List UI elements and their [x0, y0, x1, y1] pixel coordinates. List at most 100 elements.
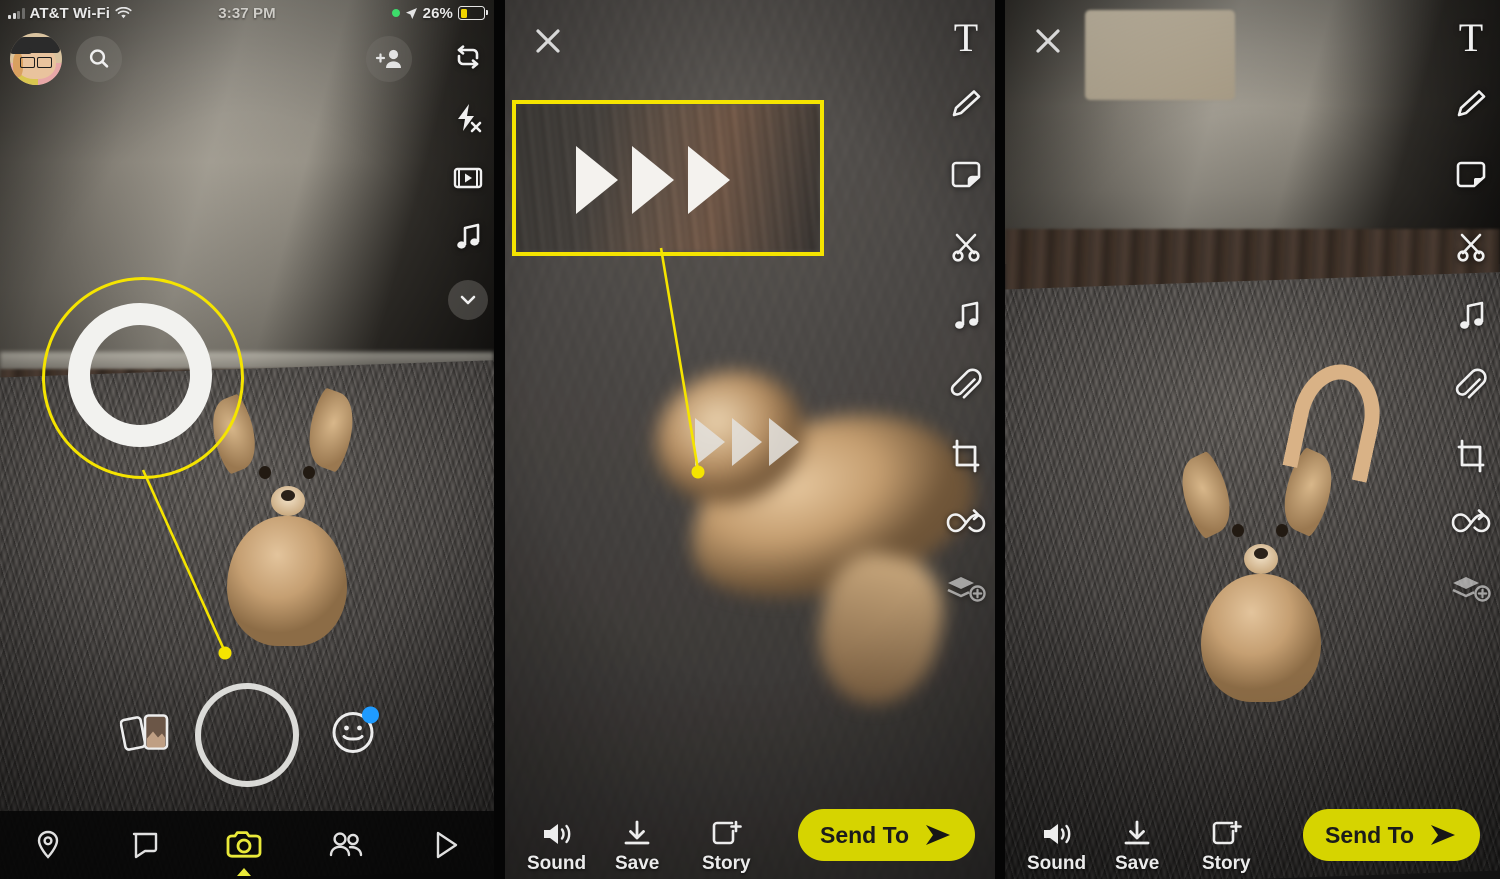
status-bar: AT&T Wi-Fi 3:37 PM 26% [0, 0, 494, 26]
shutter-button[interactable] [195, 683, 299, 787]
editor-tool-rail: T [1450, 18, 1492, 610]
more-options-button[interactable] [448, 280, 488, 320]
paperclip-icon [1455, 368, 1487, 399]
sounds-button[interactable] [452, 221, 484, 258]
camera-icon [226, 831, 262, 858]
flip-camera-icon [457, 45, 479, 69]
download-icon [1124, 820, 1150, 845]
cutout-button[interactable] [1451, 226, 1491, 271]
bitmoji-avatar[interactable] [10, 33, 62, 85]
sidebar-item-map[interactable] [31, 828, 65, 862]
loop-button[interactable] [945, 506, 987, 545]
add-to-story-icon [712, 820, 743, 845]
attach-link-button[interactable] [946, 366, 986, 411]
memories-button[interactable] [119, 709, 174, 762]
music-note-icon [1460, 301, 1484, 329]
new-lenses-badge [362, 706, 379, 724]
attach-link-button[interactable] [1451, 366, 1491, 411]
music-note-icon [457, 223, 480, 249]
crop-button[interactable] [1452, 437, 1490, 480]
sound-button[interactable]: Sound [1027, 819, 1086, 875]
editor-tool-rail: T [945, 18, 987, 610]
flash-toggle-button[interactable] [451, 101, 485, 140]
draw-pencil-icon [952, 90, 981, 117]
multi-snap-button[interactable] [452, 162, 484, 199]
sticker-button[interactable] [946, 155, 986, 200]
text-tool-button[interactable]: T [954, 18, 978, 58]
download-icon [624, 820, 650, 845]
friends-icon [330, 832, 363, 857]
draw-button[interactable] [946, 84, 986, 129]
story-button[interactable]: Story [702, 819, 751, 875]
filmstrip-icon [453, 167, 483, 189]
text-tool-icon: T [1458, 15, 1484, 60]
text-tool-button[interactable]: T [1459, 18, 1483, 58]
layers-add-icon [1452, 577, 1491, 602]
sidebar-item-camera[interactable] [224, 828, 264, 876]
lenses-button[interactable] [330, 706, 379, 761]
dog-subject [201, 386, 390, 650]
rewind-triangle [769, 418, 799, 466]
save-button[interactable]: Save [1115, 819, 1159, 875]
save-label: Save [1115, 853, 1160, 874]
add-to-story-icon [1212, 820, 1243, 845]
send-to-button[interactable]: Send To [797, 809, 975, 861]
add-friend-button[interactable] [366, 36, 412, 82]
furniture-block [1085, 10, 1235, 100]
dog-subject-motion-blur [625, 300, 995, 720]
editor-bottom-bar: Sound Save Story Send To [1005, 795, 1500, 879]
search-button[interactable] [76, 36, 122, 82]
loop-icon [946, 509, 986, 533]
room-wall-shading [0, 0, 494, 405]
cutout-button[interactable] [946, 226, 986, 271]
music-note-icon [955, 301, 979, 329]
loop-button[interactable] [1450, 506, 1492, 545]
sounds-button[interactable] [1452, 297, 1490, 340]
chevron-down-icon [460, 295, 476, 305]
play-triangle-icon [436, 831, 457, 859]
draw-button[interactable] [1451, 84, 1491, 129]
text-tool-icon: T [953, 15, 979, 60]
draw-pencil-icon [1457, 90, 1486, 117]
camera-controls [0, 683, 494, 787]
sound-button[interactable]: Sound [527, 819, 586, 875]
story-button[interactable]: Story [1202, 819, 1251, 875]
story-label: Story [702, 853, 751, 874]
sidebar-item-spotlight[interactable] [429, 828, 463, 862]
chat-bubble-icon [132, 832, 157, 859]
rewind-indicator [695, 418, 799, 466]
paperclip-icon [950, 368, 982, 399]
sidebar-item-chat[interactable] [128, 828, 162, 862]
dog-subject [1168, 356, 1390, 710]
editor-bottom-bar: Sound Save Story Send To [505, 795, 995, 879]
crop-button[interactable] [947, 437, 985, 480]
close-x-icon [1036, 29, 1060, 53]
close-button[interactable] [533, 26, 563, 61]
rewind-triangle [695, 418, 725, 466]
save-button[interactable]: Save [615, 819, 659, 875]
layers-button[interactable] [1450, 571, 1492, 610]
loop-icon [1451, 509, 1491, 533]
active-tab-indicator [236, 868, 251, 876]
save-label: Save [615, 853, 660, 874]
story-label: Story [1202, 853, 1251, 874]
screenshot-root: AT&T Wi-Fi 3:37 PM 26% T Sound Save Stor… [0, 0, 1500, 879]
flash-off-icon [458, 104, 482, 133]
memories-cards-icon [119, 714, 169, 751]
layers-button[interactable] [945, 571, 987, 610]
map-pin-icon [37, 830, 59, 859]
snap-preview-still[interactable] [1005, 0, 1500, 879]
rewind-triangle [732, 418, 762, 466]
bottom-navigation [0, 811, 494, 879]
speaker-on-icon [1043, 824, 1070, 844]
sidebar-item-stories[interactable] [326, 828, 366, 862]
sticker-button[interactable] [1451, 155, 1491, 200]
close-button[interactable] [1033, 26, 1063, 61]
send-to-button[interactable]: Send To [1302, 809, 1480, 861]
search-icon [89, 49, 109, 68]
flip-camera-button[interactable] [451, 40, 485, 79]
camera-tool-rail [448, 40, 488, 320]
add-friend-icon [375, 49, 401, 68]
sounds-button[interactable] [947, 297, 985, 340]
clock-label: 3:37 PM [218, 4, 276, 22]
